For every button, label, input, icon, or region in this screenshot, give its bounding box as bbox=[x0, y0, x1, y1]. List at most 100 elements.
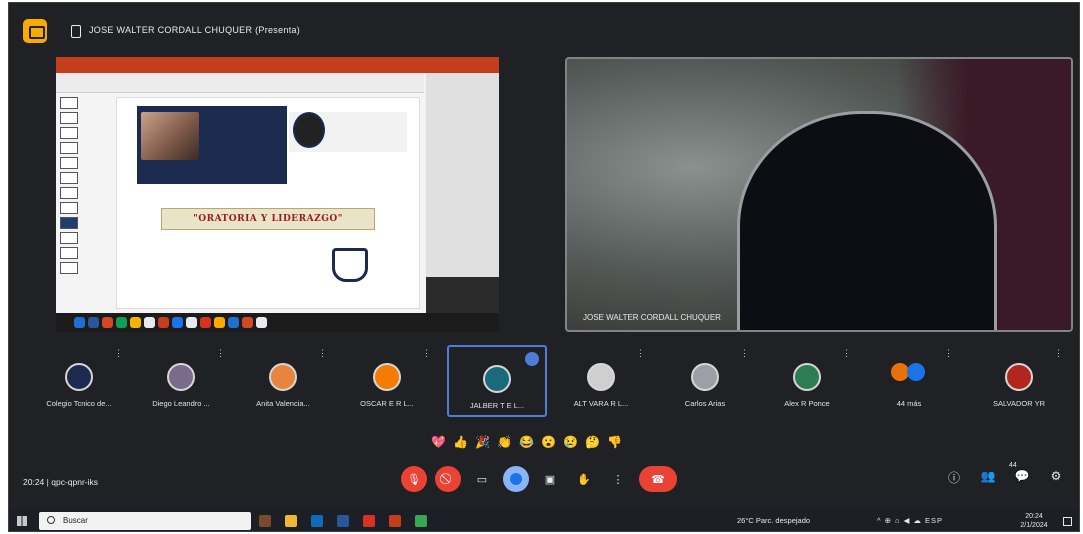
app-icon bbox=[172, 317, 183, 328]
avatar bbox=[373, 363, 401, 391]
more-vert-icon[interactable]: ⋮ bbox=[636, 348, 645, 359]
people-icon: 👥 bbox=[980, 469, 996, 483]
end-call-button[interactable]: ☎ bbox=[639, 466, 677, 492]
taskbar-app-icon[interactable] bbox=[415, 515, 427, 527]
app-icon bbox=[74, 317, 85, 328]
participant-name: Alex R Ponce bbox=[784, 399, 830, 408]
system-tray[interactable]: ^ ⊕ ⌂ ◀ ☁ ESP bbox=[877, 516, 943, 525]
slide-thumbnail bbox=[60, 172, 78, 184]
reaction-button[interactable]: 😮 bbox=[541, 435, 556, 449]
meet-window: JOSE WALTER CORDALL CHUQUER (Presenta) "… bbox=[8, 2, 1080, 532]
more-vert-icon[interactable]: ⋮ bbox=[114, 348, 123, 359]
more-vert-icon[interactable]: ⋮ bbox=[842, 348, 851, 359]
participant-strip: ⋮ Colegio Tcnico de... ⋮ Diego Leandro ... ⋮… bbox=[9, 345, 1079, 419]
participant-tile[interactable]: ⋮ Carlos Arias bbox=[655, 345, 755, 417]
participant-name: 44 más bbox=[896, 399, 922, 408]
app-icon bbox=[144, 317, 155, 328]
meeting-info-button[interactable]: ⓘ bbox=[945, 469, 963, 486]
camera-tile[interactable]: JOSE WALTER CORDALL CHUQUER bbox=[565, 57, 1073, 332]
taskbar-search-box[interactable]: Buscar bbox=[39, 512, 251, 530]
avatar bbox=[691, 363, 719, 391]
edge-icon[interactable] bbox=[311, 515, 323, 527]
more-options-button[interactable]: ⋮ bbox=[605, 466, 631, 492]
presentation-titlebar bbox=[56, 57, 499, 73]
presenter-title: JOSE WALTER CORDALL CHUQUER (Presenta) bbox=[89, 25, 301, 35]
call-controls: 🎙⃠ ▭ ▣ ✋ ⋮ ☎ bbox=[401, 466, 677, 492]
participant-tile[interactable]: ⋮ Alex R Ponce bbox=[757, 345, 857, 417]
participant-name: OSCAR E R L... bbox=[360, 399, 414, 408]
speaking-indicator-icon bbox=[525, 352, 539, 366]
more-vert-icon[interactable]: ⋮ bbox=[318, 348, 327, 359]
word-icon[interactable] bbox=[337, 515, 349, 527]
participant-tile[interactable]: ⋮ OSCAR E R L... bbox=[337, 345, 437, 417]
raise-hand-button[interactable]: ✋ bbox=[571, 466, 597, 492]
app-icon bbox=[214, 317, 225, 328]
more-vert-icon[interactable]: ⋮ bbox=[1054, 348, 1063, 359]
reaction-button[interactable]: 👎 bbox=[607, 435, 622, 449]
reaction-button[interactable]: 🎉 bbox=[475, 435, 490, 449]
mic-off-button[interactable]: 🎙 bbox=[401, 466, 427, 492]
file-explorer-icon[interactable] bbox=[285, 515, 297, 527]
reaction-button[interactable]: 😢 bbox=[563, 435, 578, 449]
camera-off-button[interactable]: ⃠ bbox=[435, 466, 461, 492]
more-vert-icon[interactable]: ⋮ bbox=[422, 348, 431, 359]
more-vert-icon[interactable]: ⋮ bbox=[740, 348, 749, 359]
app-icon bbox=[102, 317, 113, 328]
participant-tile[interactable]: ⋮ Anita Valencia... bbox=[233, 345, 333, 417]
reaction-button[interactable]: 👏 bbox=[497, 435, 512, 449]
windows-start-icon[interactable] bbox=[17, 516, 27, 526]
present-button[interactable]: ▣ bbox=[537, 466, 563, 492]
reaction-button[interactable]: 😂 bbox=[519, 435, 534, 449]
reaction-button[interactable]: 👍 bbox=[453, 435, 468, 449]
activities-button[interactable]: ⚙ bbox=[1047, 469, 1065, 486]
participant-tile[interactable]: ⋮ Colegio Tcnico de... bbox=[29, 345, 129, 417]
shapes-icon: ⚙ bbox=[1050, 469, 1062, 483]
taskbar-app-icon[interactable] bbox=[259, 515, 271, 527]
participant-video bbox=[737, 111, 997, 330]
reaction-bar: 💖 👍 🎉 👏 😂 😮 😢 🤔 👎 bbox=[431, 435, 622, 449]
captions-icon: ▭ bbox=[476, 473, 488, 486]
notification-icon[interactable] bbox=[1063, 517, 1072, 526]
app-icon bbox=[186, 317, 197, 328]
reaction-button[interactable]: 💖 bbox=[431, 435, 446, 449]
participant-tile[interactable]: ⋮ 44 más bbox=[859, 345, 959, 417]
shared-screen-taskbar bbox=[56, 313, 499, 332]
slide-thumbnail bbox=[60, 247, 78, 259]
participant-tile[interactable]: JALBER T E L... bbox=[447, 345, 547, 417]
app-icon bbox=[116, 317, 127, 328]
meeting-time: 20:24 bbox=[23, 477, 45, 487]
more-vert-icon[interactable]: ⋮ bbox=[216, 348, 225, 359]
people-count-badge: 44 bbox=[1009, 462, 1017, 469]
slide-thumbnail bbox=[60, 232, 78, 244]
participant-tile[interactable]: ⋮ Diego Leandro ... bbox=[131, 345, 231, 417]
participant-tile[interactable]: ⋮ ALT VARA R L... bbox=[551, 345, 651, 417]
taskbar-time: 20:24 bbox=[1025, 513, 1043, 520]
reactions-button[interactable] bbox=[503, 466, 529, 492]
captions-button[interactable]: ▭ bbox=[469, 466, 495, 492]
slide-presenter-card bbox=[289, 112, 407, 152]
avatar bbox=[167, 363, 195, 391]
school-shield-logo bbox=[332, 248, 368, 282]
app-icon bbox=[200, 317, 211, 328]
taskbar-apps bbox=[259, 515, 427, 527]
app-icon bbox=[256, 317, 267, 328]
meeting-time-and-code: 20:24 | qpc-qpnr-iks bbox=[23, 477, 99, 487]
top-bar: JOSE WALTER CORDALL CHUQUER (Presenta) bbox=[9, 3, 1079, 51]
reaction-button[interactable]: 🤔 bbox=[585, 435, 600, 449]
chrome-icon[interactable] bbox=[363, 515, 375, 527]
taskbar-clock[interactable]: 20:24 2/1/2024 bbox=[1014, 512, 1054, 530]
presenting-icon bbox=[71, 25, 81, 38]
participant-tile[interactable]: ⋮ SALVADOR YR bbox=[969, 345, 1069, 417]
people-button[interactable]: 👥 bbox=[979, 469, 997, 486]
taskbar-weather[interactable]: 26°C Parc. despejado bbox=[737, 516, 810, 525]
slide-thumbnail bbox=[60, 97, 78, 109]
more-vert-icon[interactable]: ⋮ bbox=[944, 348, 953, 359]
chat-icon: 💬 bbox=[1014, 469, 1030, 483]
avatar bbox=[907, 363, 925, 381]
shared-screen-tile[interactable]: "ORATORIA Y LIDERAZGO" bbox=[56, 57, 499, 332]
info-icon: ⓘ bbox=[947, 471, 960, 485]
call-end-icon: ☎ bbox=[651, 473, 665, 486]
chat-button[interactable]: 💬 bbox=[1013, 469, 1031, 486]
powerpoint-icon[interactable] bbox=[389, 515, 401, 527]
avatar bbox=[1005, 363, 1033, 391]
